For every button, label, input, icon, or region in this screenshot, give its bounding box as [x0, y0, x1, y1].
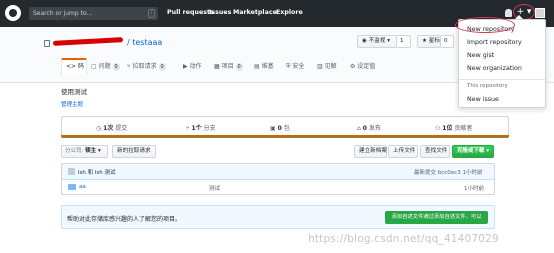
tab-settings-label: 设定值 [357, 63, 376, 70]
nav-marketplace[interactable]: Marketplace [233, 9, 277, 16]
highlight-circle-new-repository [455, 17, 515, 33]
watch-button[interactable]: ◉ 不监视 ▾ [357, 35, 397, 48]
tab-security[interactable]: ⛨ 安全 [286, 61, 304, 75]
create-new-file-button[interactable]: 建立新档案 [354, 145, 387, 158]
tab-pull-requests-count: 0 [158, 63, 166, 71]
tab-issues-label: 问题 [98, 63, 111, 70]
tab-insights[interactable]: ▥ 见解 [317, 61, 337, 75]
tab-issues[interactable]: ▢ 问题 0 [91, 61, 120, 75]
commits-label: 提交 [115, 125, 128, 132]
find-file-button[interactable]: 查找文件 [420, 145, 450, 158]
releases-count: 0 [362, 125, 367, 132]
tab-settings[interactable]: ⚙ 设定值 [350, 61, 375, 75]
menu-new-gist[interactable]: New gist [467, 52, 494, 59]
star-count[interactable]: 0 [441, 35, 454, 48]
repo-summary-bar: ◷ 1次 提交 ⑂ 1个 分支 ▣ 0 包 ⌂ 0 发布 ⚇ 1位 贡献者 [61, 116, 509, 138]
file-commit-message[interactable]: 测试 [209, 184, 220, 192]
nav-issues[interactable]: Issues [209, 9, 231, 16]
contributors-label: 贡献者 [454, 125, 473, 132]
star-button[interactable]: ★ 星标 [417, 35, 441, 48]
menu-import-repository[interactable]: Import repository [467, 39, 522, 46]
new-pull-request-button[interactable]: 新的拉取请求 [112, 145, 156, 158]
releases-label: 发布 [368, 125, 381, 132]
github-logo-icon[interactable] [5, 5, 21, 21]
tab-pull-requests-label: 拉取请求 [132, 63, 157, 70]
packages-label: 包 [283, 125, 290, 132]
tab-actions-label: 动作 [189, 63, 202, 70]
folder-icon [68, 184, 76, 190]
commits-count: 1次 [103, 125, 114, 132]
contributors-stat[interactable]: ⚇ 1位 贡献者 [435, 123, 472, 132]
manage-topics-link[interactable]: 管理主题 [61, 100, 83, 108]
nav-pull-requests[interactable]: Pull requests [167, 9, 214, 16]
search-placeholder: Search or jump to... [33, 10, 93, 17]
clone-or-download-button[interactable]: 克隆或下载 ▾ [452, 145, 494, 158]
watermark-url: https://blog.csdn.net/qq_41407029 [308, 233, 499, 245]
tab-code-label: <> 码 [66, 63, 84, 70]
branches-label: 分支 [203, 125, 216, 132]
commits-stat[interactable]: ◷ 1次 提交 [96, 123, 127, 132]
repo-description: 使用测试 [61, 88, 87, 96]
dropdown-section-header: This repository [467, 83, 508, 89]
contributors-count: 1位 [442, 125, 453, 132]
add-readme-button[interactable]: 添加自述文件通过添加自述文件，可以 [385, 211, 488, 224]
branch-select-button[interactable]: 分公司: 顿主 ▾ [61, 145, 108, 158]
committer-avatar[interactable] [68, 168, 75, 175]
watch-count[interactable]: 1 [397, 35, 411, 48]
tab-pull-requests[interactable]: ⑂ 拉取请求 0 [127, 61, 166, 75]
latest-commit-row: lsh 和 lsh 测试 最新提交 bcc0ec3 1小时前 [62, 164, 494, 180]
tab-projects-label: 项目 [221, 63, 234, 70]
tab-issues-count: 0 [112, 63, 120, 71]
repo-icon [44, 40, 50, 47]
tab-insights-label: 见解 [324, 63, 337, 70]
repo-title: / testaaa [127, 38, 162, 47]
search-shortcut-badge: / [148, 9, 155, 18]
tab-code[interactable]: <> 码 [66, 61, 84, 75]
file-name[interactable]: aa [79, 184, 86, 190]
tab-wiki[interactable]: ▤ 维基 [254, 61, 274, 75]
branches-count: 1个 [191, 125, 202, 132]
create-new-dropdown: New repository Import repository New gis… [458, 15, 546, 108]
notifications-bell-icon[interactable] [505, 9, 512, 17]
branch-value: 顿主 ▾ [85, 148, 101, 154]
user-avatar[interactable] [535, 8, 545, 18]
tab-projects-count: 0 [235, 63, 243, 71]
repo-name-link[interactable]: testaaa [132, 38, 162, 47]
file-age: 1小时前 [464, 186, 484, 192]
readme-prompt: 帮助对此存储库感兴趣的人了解您的项目。 添加自述文件通过添加自述文件，可以 [61, 205, 495, 229]
file-table: lsh 和 lsh 测试 最新提交 bcc0ec3 1小时前 aa 测试 1小时… [61, 163, 495, 195]
repo-separator: / [127, 38, 130, 47]
packages-stat[interactable]: ▣ 0 包 [270, 123, 290, 132]
nav-explore[interactable]: Explore [276, 9, 303, 16]
branch-label: 分公司: [65, 148, 84, 154]
commit-message[interactable]: lsh 和 lsh 测试 [78, 168, 116, 176]
tab-actions[interactable]: ▶ 动作 [183, 61, 202, 75]
tab-projects[interactable]: ▦ 项目 0 [214, 61, 243, 75]
table-row: aa 测试 1小时前 [62, 180, 494, 195]
dropdown-divider [459, 79, 545, 80]
tab-wiki-label: 维基 [261, 63, 274, 70]
latest-commit-info[interactable]: 最新提交 bcc0ec3 1小时前 [414, 168, 482, 176]
releases-stat[interactable]: ⌂ 0 发布 [357, 123, 381, 132]
menu-new-organization[interactable]: New organization [467, 65, 522, 72]
language-bar[interactable] [61, 135, 509, 138]
upload-files-button[interactable]: 上传文件 [388, 145, 418, 158]
tab-security-label: 安全 [292, 63, 305, 70]
packages-count: 0 [277, 125, 282, 132]
search-input[interactable]: Search or jump to... / [29, 7, 158, 20]
menu-new-issue[interactable]: New issue [467, 96, 499, 103]
readme-prompt-text: 帮助对此存储库感兴趣的人了解您的项目。 [67, 216, 182, 223]
branches-stat[interactable]: ⑂ 1个 分支 [186, 123, 216, 132]
